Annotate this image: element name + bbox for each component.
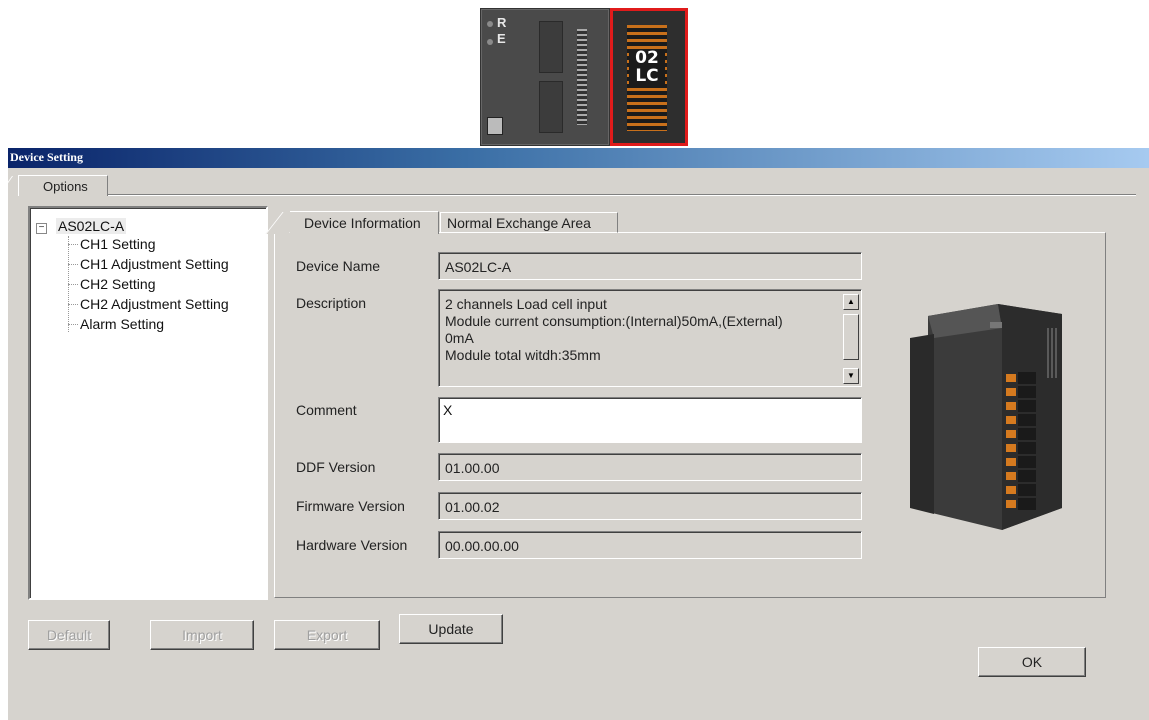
module-label-type: LC (635, 66, 659, 86)
export-button[interactable]: Export (274, 620, 380, 650)
status-led-icon (487, 21, 493, 27)
module-label-number: 02 (635, 48, 659, 68)
tree-root-item[interactable]: AS02LC-A (56, 218, 127, 234)
description-label: Description (296, 295, 367, 311)
comment-input[interactable]: X (438, 397, 862, 443)
connector-pins (577, 29, 587, 125)
selected-lc-module[interactable]: 02 LC (610, 8, 688, 146)
ok-button[interactable]: OK (978, 647, 1086, 677)
tab-normal-exchange-area-label: Normal Exchange Area (447, 215, 591, 231)
title-bar: Device Setting (8, 148, 1149, 168)
tree-item-ch1-adjustment[interactable]: CH1 Adjustment Setting (80, 256, 229, 272)
tree-connector (68, 264, 78, 265)
tree-item-alarm-setting[interactable]: Alarm Setting (80, 316, 164, 332)
scroll-up-icon[interactable]: ▲ (843, 294, 859, 310)
comment-label: Comment (296, 402, 357, 418)
hardware-version-label: Hardware Version (296, 537, 408, 553)
tree-connector (68, 244, 78, 245)
collapse-icon[interactable]: − (36, 223, 47, 234)
description-text: 2 channels Load cell input Module curren… (445, 296, 783, 363)
device-name-label: Device Name (296, 258, 381, 274)
device-name-field: AS02LC-A (438, 252, 862, 280)
device-setting-dialog: Device Setting Options − AS02LC-A CH1 Se… (0, 148, 1149, 720)
description-scrollbar[interactable]: ▲ ▼ (843, 294, 859, 384)
scroll-down-icon[interactable]: ▼ (843, 368, 859, 384)
tree-connector (68, 304, 78, 305)
status-led-icon (487, 39, 493, 45)
tree-connector (68, 284, 78, 285)
tab-device-information[interactable]: Device Information (265, 211, 439, 234)
scroll-thumb[interactable] (843, 314, 859, 360)
module-label: 02 LC (629, 49, 665, 85)
cpu-led-label: R (497, 15, 507, 30)
tab-divider (106, 195, 1136, 196)
module-tree[interactable]: − AS02LC-A CH1 Setting CH1 Adjustment Se… (28, 206, 268, 600)
import-button[interactable]: Import (150, 620, 254, 650)
description-field[interactable]: 2 channels Load cell input Module curren… (438, 289, 862, 387)
tab-device-information-label: Device Information (304, 215, 421, 231)
tree-connector (68, 324, 78, 325)
update-button[interactable]: Update (399, 614, 503, 644)
dialog-title: Device Setting (10, 150, 83, 164)
usb-port-icon (487, 117, 503, 135)
tree-item-ch2-setting[interactable]: CH2 Setting (80, 276, 155, 292)
tab-options-label: Options (43, 179, 88, 194)
ddf-version-field: 01.00.00 (438, 453, 862, 481)
firmware-version-field: 01.00.02 (438, 492, 862, 520)
device-product-image (910, 304, 1062, 530)
cpu-led-label: E (497, 31, 506, 46)
default-button[interactable]: Default (28, 620, 110, 650)
tree-item-ch2-adjustment[interactable]: CH2 Adjustment Setting (80, 296, 229, 312)
card-slot (539, 21, 563, 73)
cpu-module-image: R E (480, 8, 610, 146)
tab-options[interactable]: Options (0, 175, 108, 196)
card-slot (539, 81, 563, 133)
tree-item-ch1-setting[interactable]: CH1 Setting (80, 236, 155, 252)
firmware-version-label: Firmware Version (296, 498, 405, 514)
hardware-version-field: 00.00.00.00 (438, 531, 862, 559)
ddf-version-label: DDF Version (296, 459, 376, 475)
module-rack-graphic: R E 02 LC (480, 8, 690, 146)
tab-normal-exchange-area[interactable]: Normal Exchange Area (440, 212, 618, 233)
